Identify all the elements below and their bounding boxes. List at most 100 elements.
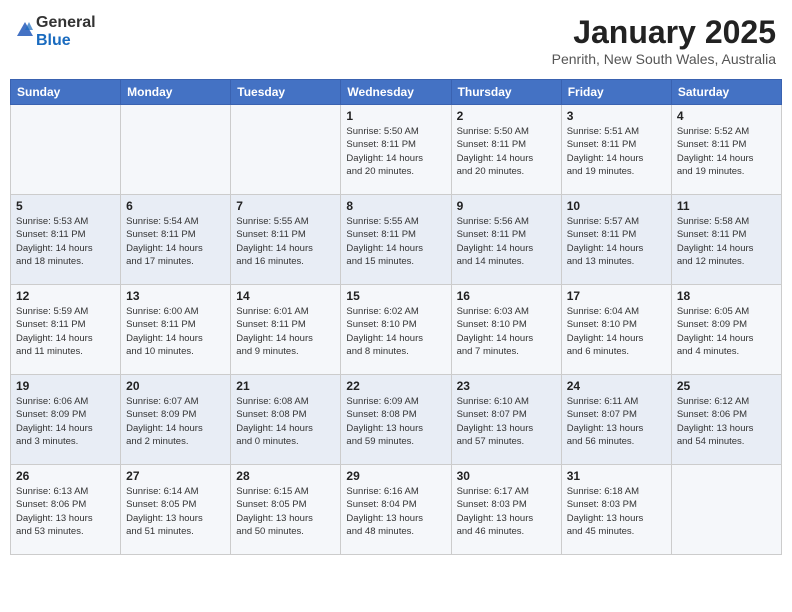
day-number: 22 <box>346 379 445 393</box>
calendar-week-row: 26 Sunrise: 6:13 AM Sunset: 8:06 PM Dayli… <box>11 465 782 555</box>
day-of-week-header: Thursday <box>451 80 561 105</box>
calendar-cell: 28 Sunrise: 6:15 AM Sunset: 8:05 PM Dayli… <box>231 465 341 555</box>
calendar-cell: 3Sunrise: 5:51 AM Sunset: 8:11 PM Daylig… <box>561 105 671 195</box>
day-number: 24 <box>567 379 666 393</box>
day-info: Sunrise: 6:03 AM Sunset: 8:10 PM Dayligh… <box>457 305 556 358</box>
day-of-week-header: Friday <box>561 80 671 105</box>
day-info: Sunrise: 6:15 AM Sunset: 8:05 PM Dayligh… <box>236 485 335 538</box>
day-number: 13 <box>126 289 225 303</box>
calendar-cell: 27Sunrise: 6:14 AM Sunset: 8:05 PM Dayli… <box>121 465 231 555</box>
logo-text-general: General <box>36 14 96 31</box>
calendar-cell <box>11 105 121 195</box>
calendar-cell: 5 Sunrise: 5:53 AM Sunset: 8:11 PM Daylig… <box>11 195 121 285</box>
day-info: Sunrise: 5:50 AM Sunset: 8:11 PM Dayligh… <box>346 125 445 178</box>
day-info: Sunrise: 6:13 AM Sunset: 8:06 PM Dayligh… <box>16 485 115 538</box>
day-info: Sunrise: 6:02 AM Sunset: 8:10 PM Dayligh… <box>346 305 445 358</box>
day-info: Sunrise: 6:08 AM Sunset: 8:08 PM Dayligh… <box>236 395 335 448</box>
calendar-week-row: 5 Sunrise: 5:53 AM Sunset: 8:11 PM Daylig… <box>11 195 782 285</box>
day-info: Sunrise: 5:57 AM Sunset: 8:11 PM Dayligh… <box>567 215 666 268</box>
day-number: 30 <box>457 469 556 483</box>
calendar-cell <box>231 105 341 195</box>
logo: General Blue <box>16 14 96 50</box>
calendar-week-row: 19 Sunrise: 6:06 AM Sunset: 8:09 PM Dayli… <box>11 375 782 465</box>
day-number: 14 <box>236 289 335 303</box>
day-number: 9 <box>457 199 556 213</box>
day-info: Sunrise: 5:58 AM Sunset: 8:11 PM Dayligh… <box>677 215 776 268</box>
day-number: 16 <box>457 289 556 303</box>
calendar-cell: 9 Sunrise: 5:56 AM Sunset: 8:11 PM Daylig… <box>451 195 561 285</box>
day-number: 8 <box>346 199 445 213</box>
day-of-week-header: Sunday <box>11 80 121 105</box>
day-info: Sunrise: 6:12 AM Sunset: 8:06 PM Dayligh… <box>677 395 776 448</box>
day-info: Sunrise: 5:53 AM Sunset: 8:11 PM Dayligh… <box>16 215 115 268</box>
calendar-cell <box>671 465 781 555</box>
day-number: 4 <box>677 109 776 123</box>
calendar-cell: 24Sunrise: 6:11 AM Sunset: 8:07 PM Dayli… <box>561 375 671 465</box>
day-info: Sunrise: 6:09 AM Sunset: 8:08 PM Dayligh… <box>346 395 445 448</box>
day-number: 7 <box>236 199 335 213</box>
day-info: Sunrise: 6:17 AM Sunset: 8:03 PM Dayligh… <box>457 485 556 538</box>
calendar-cell: 7 Sunrise: 5:55 AM Sunset: 8:11 PM Daylig… <box>231 195 341 285</box>
calendar-cell: 14Sunrise: 6:01 AM Sunset: 8:11 PM Dayli… <box>231 285 341 375</box>
day-info: Sunrise: 6:06 AM Sunset: 8:09 PM Dayligh… <box>16 395 115 448</box>
day-number: 26 <box>16 469 115 483</box>
day-number: 1 <box>346 109 445 123</box>
calendar-cell: 30 Sunrise: 6:17 AM Sunset: 8:03 PM Dayli… <box>451 465 561 555</box>
day-number: 31 <box>567 469 666 483</box>
logo-text-blue: Blue <box>36 32 71 49</box>
calendar-week-row: 1 Sunrise: 5:50 AM Sunset: 8:11 PM Daylig… <box>11 105 782 195</box>
calendar-cell: 8 Sunrise: 5:55 AM Sunset: 8:11 PM Daylig… <box>341 195 451 285</box>
day-number: 15 <box>346 289 445 303</box>
day-info: Sunrise: 5:52 AM Sunset: 8:11 PM Dayligh… <box>677 125 776 178</box>
day-number: 5 <box>16 199 115 213</box>
day-of-week-header: Wednesday <box>341 80 451 105</box>
calendar-cell: 31 Sunrise: 6:18 AM Sunset: 8:03 PM Dayli… <box>561 465 671 555</box>
day-number: 29 <box>346 469 445 483</box>
day-of-week-header: Tuesday <box>231 80 341 105</box>
calendar-week-row: 12Sunrise: 5:59 AM Sunset: 8:11 PM Dayli… <box>11 285 782 375</box>
calendar-cell: 10 Sunrise: 5:57 AM Sunset: 8:11 PM Dayli… <box>561 195 671 285</box>
day-number: 28 <box>236 469 335 483</box>
calendar-cell: 26 Sunrise: 6:13 AM Sunset: 8:06 PM Dayli… <box>11 465 121 555</box>
day-number: 6 <box>126 199 225 213</box>
day-info: Sunrise: 6:18 AM Sunset: 8:03 PM Dayligh… <box>567 485 666 538</box>
location-title: Penrith, New South Wales, Australia <box>552 51 776 67</box>
page-header: General Blue January 2025 Penrith, New S… <box>10 10 782 71</box>
day-info: Sunrise: 5:50 AM Sunset: 8:11 PM Dayligh… <box>457 125 556 178</box>
day-info: Sunrise: 6:16 AM Sunset: 8:04 PM Dayligh… <box>346 485 445 538</box>
day-number: 19 <box>16 379 115 393</box>
logo-icon <box>16 21 34 39</box>
calendar-cell: 13 Sunrise: 6:00 AM Sunset: 8:11 PM Dayli… <box>121 285 231 375</box>
calendar-cell: 18 Sunrise: 6:05 AM Sunset: 8:09 PM Dayli… <box>671 285 781 375</box>
day-info: Sunrise: 6:14 AM Sunset: 8:05 PM Dayligh… <box>126 485 225 538</box>
calendar-cell: 22 Sunrise: 6:09 AM Sunset: 8:08 PM Dayli… <box>341 375 451 465</box>
day-info: Sunrise: 5:56 AM Sunset: 8:11 PM Dayligh… <box>457 215 556 268</box>
day-info: Sunrise: 5:55 AM Sunset: 8:11 PM Dayligh… <box>236 215 335 268</box>
day-number: 23 <box>457 379 556 393</box>
calendar-cell: 25Sunrise: 6:12 AM Sunset: 8:06 PM Dayli… <box>671 375 781 465</box>
calendar-cell: 4 Sunrise: 5:52 AM Sunset: 8:11 PM Daylig… <box>671 105 781 195</box>
calendar-cell: 2Sunrise: 5:50 AM Sunset: 8:11 PM Daylig… <box>451 105 561 195</box>
calendar-cell: 29 Sunrise: 6:16 AM Sunset: 8:04 PM Dayli… <box>341 465 451 555</box>
calendar-cell: 21 Sunrise: 6:08 AM Sunset: 8:08 PM Dayli… <box>231 375 341 465</box>
day-number: 17 <box>567 289 666 303</box>
calendar-cell: 12Sunrise: 5:59 AM Sunset: 8:11 PM Dayli… <box>11 285 121 375</box>
calendar-cell: 19 Sunrise: 6:06 AM Sunset: 8:09 PM Dayli… <box>11 375 121 465</box>
day-number: 11 <box>677 199 776 213</box>
calendar-cell: 23 Sunrise: 6:10 AM Sunset: 8:07 PM Dayli… <box>451 375 561 465</box>
calendar-cell: 1 Sunrise: 5:50 AM Sunset: 8:11 PM Daylig… <box>341 105 451 195</box>
calendar-cell: 11 Sunrise: 5:58 AM Sunset: 8:11 PM Dayli… <box>671 195 781 285</box>
calendar-table: SundayMondayTuesdayWednesdayThursdayFrid… <box>10 79 782 555</box>
day-number: 10 <box>567 199 666 213</box>
day-number: 12 <box>16 289 115 303</box>
day-info: Sunrise: 5:55 AM Sunset: 8:11 PM Dayligh… <box>346 215 445 268</box>
day-number: 21 <box>236 379 335 393</box>
day-info: Sunrise: 6:10 AM Sunset: 8:07 PM Dayligh… <box>457 395 556 448</box>
title-block: January 2025 Penrith, New South Wales, A… <box>552 14 776 67</box>
day-info: Sunrise: 6:00 AM Sunset: 8:11 PM Dayligh… <box>126 305 225 358</box>
day-number: 18 <box>677 289 776 303</box>
day-info: Sunrise: 6:05 AM Sunset: 8:09 PM Dayligh… <box>677 305 776 358</box>
day-info: Sunrise: 6:04 AM Sunset: 8:10 PM Dayligh… <box>567 305 666 358</box>
day-number: 3 <box>567 109 666 123</box>
day-info: Sunrise: 5:54 AM Sunset: 8:11 PM Dayligh… <box>126 215 225 268</box>
